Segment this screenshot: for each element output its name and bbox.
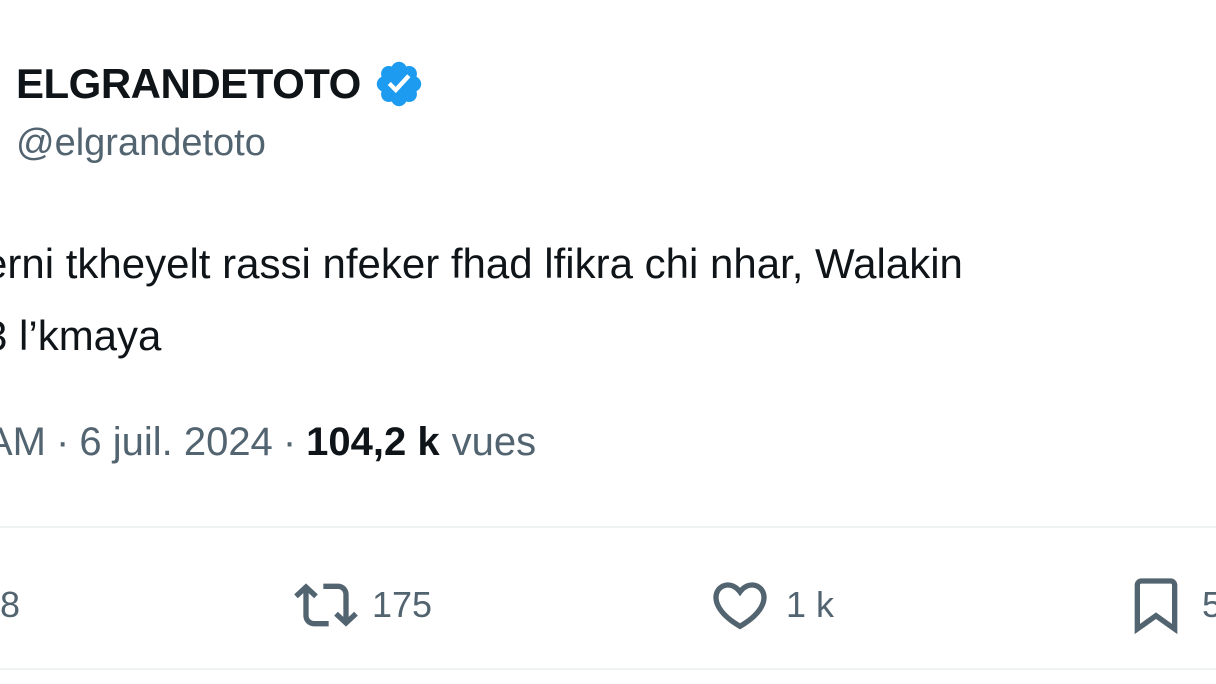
tweet-actions-bar: 38 175 1 k 5 xyxy=(0,570,1216,640)
bookmark-icon xyxy=(1134,578,1178,635)
reply-button[interactable]: 38 xyxy=(0,570,20,640)
divider xyxy=(0,668,1216,670)
author-display-name[interactable]: ELGRANDETOTO xyxy=(16,60,361,108)
tweet-text-line: 3 l’kmaya xyxy=(0,312,162,359)
tweet-meta: AM · 6 juil. 2024 · 104,2 k vues xyxy=(0,420,536,465)
views-count[interactable]: 104,2 k xyxy=(306,420,439,465)
meta-separator: · xyxy=(56,420,70,464)
author-handle[interactable]: @elgrandetoto xyxy=(16,122,266,165)
meta-separator: · xyxy=(282,420,297,464)
divider xyxy=(0,526,1216,528)
retweet-button[interactable]: 175 xyxy=(294,570,432,640)
reply-count: 38 xyxy=(0,584,21,625)
verified-badge-icon[interactable] xyxy=(373,58,425,110)
tweet-date[interactable]: 6 juil. 2024 xyxy=(79,420,272,465)
tweet-text: erni tkheyelt rassi nfeker fhad lfikra c… xyxy=(0,228,963,372)
heart-icon xyxy=(713,582,767,630)
bookmark-button[interactable]: 5 xyxy=(1124,570,1216,640)
retweet-count: 175 xyxy=(372,584,433,625)
tweet-author-header: ELGRANDETOTO @elgrandetoto xyxy=(16,56,425,164)
tweet-detail: ELGRANDETOTO @elgrandetoto erni tkheyelt… xyxy=(0,0,1216,684)
tweet-text-line: erni tkheyelt rassi nfeker fhad lfikra c… xyxy=(0,240,963,287)
like-button[interactable]: 1 k xyxy=(708,570,834,640)
author-name-row: ELGRANDETOTO xyxy=(16,56,425,112)
like-count: 1 k xyxy=(786,584,835,625)
tweet-time[interactable]: AM xyxy=(0,420,46,465)
retweet-icon xyxy=(294,583,358,627)
views-label: vues xyxy=(451,420,537,464)
bookmark-count: 5 xyxy=(1202,584,1216,625)
